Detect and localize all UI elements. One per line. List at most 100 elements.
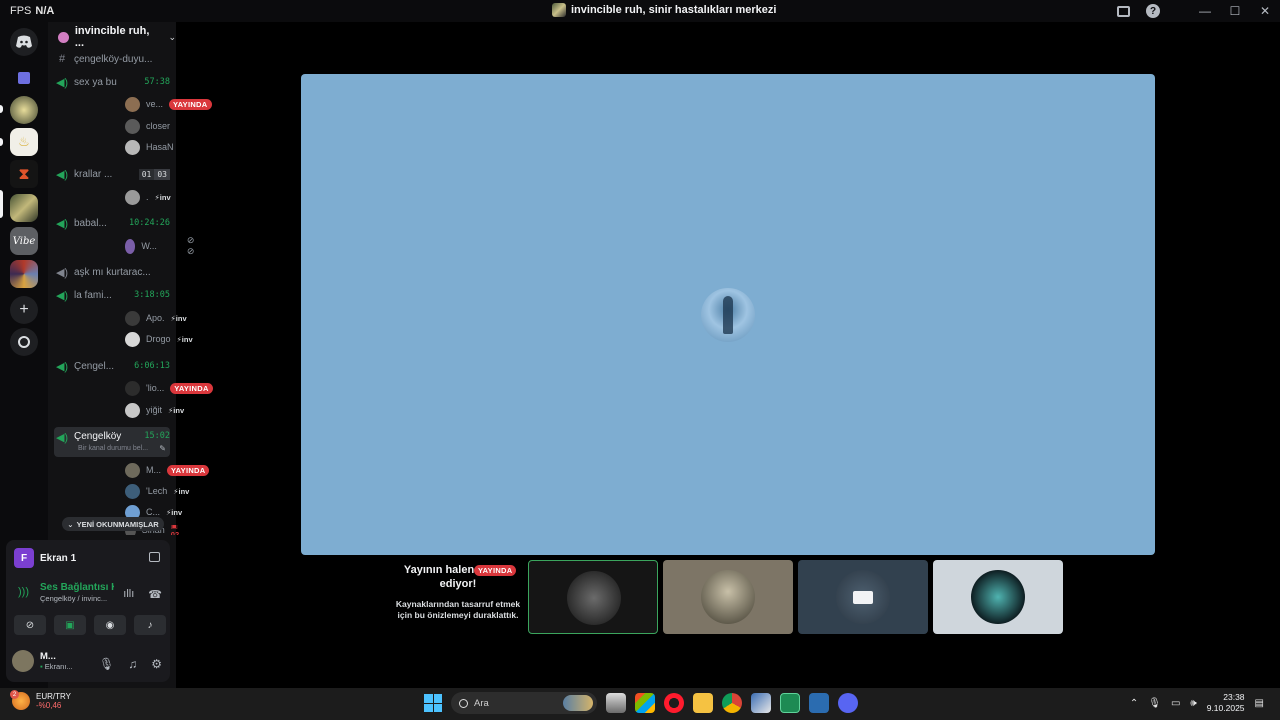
participant-tile[interactable] [933, 560, 1063, 634]
voice-user[interactable]: yiğit ⚡inv [125, 401, 184, 419]
discover-button[interactable] [10, 328, 38, 356]
voice-channel[interactable]: ◀) krallar ... 01 03 [54, 164, 170, 184]
opera-icon[interactable] [664, 693, 684, 713]
voice-channel-active[interactable]: ◀) Çengelköy 15:02 Bir kanal durumu bel... ✎ [54, 427, 170, 457]
stream-view[interactable] [301, 74, 1155, 555]
voice-user[interactable]: Drogo ⚡inv [125, 330, 193, 348]
avatar [12, 650, 34, 672]
windows-start-icon[interactable] [424, 694, 442, 712]
notifications-icon[interactable]: ▤ [1255, 698, 1264, 709]
participant-avatar [971, 570, 1025, 624]
soundboard-button[interactable]: ♪ [134, 615, 166, 635]
network-icon[interactable]: ▭ [1171, 698, 1180, 709]
user-name: Drogo [146, 334, 171, 344]
voice-user[interactable]: . ⚡inv [125, 188, 171, 206]
help-button[interactable]: ? [1138, 0, 1168, 22]
inv-tag: ⚡inv [168, 405, 185, 415]
active-app-icon[interactable] [780, 693, 800, 713]
voice-user[interactable]: Apo. ⚡inv [125, 309, 187, 327]
minimize-button[interactable]: — [1190, 0, 1220, 22]
gamepad-icon: ◉ [105, 619, 115, 631]
server-icon-invincible[interactable] [10, 194, 38, 222]
participant-tile[interactable] [663, 560, 793, 634]
participant-tile-selected[interactable] [528, 560, 658, 634]
direct-messages-button[interactable] [10, 64, 38, 92]
chrome-icon[interactable] [722, 693, 742, 713]
add-server-button[interactable]: + [10, 296, 38, 324]
microphone-icon[interactable]: 🎙︎ [1148, 698, 1161, 709]
channel-timer: 15:02 [144, 431, 170, 441]
voice-status[interactable]: Ses Bağlantısı K [40, 582, 114, 593]
windows-taskbar: 2 EUR/TRY -%0,46 Ara ⌃ 🎙︎ ▭ 🕪︎ 23:38 9.1… [0, 688, 1280, 720]
currency-widget[interactable]: 2 EUR/TRY -%0,46 [10, 690, 71, 710]
tag-text: inv [159, 192, 171, 202]
badge-tag: ▣ 02 [171, 525, 184, 535]
steam-icon[interactable] [751, 693, 771, 713]
settings-gear-icon[interactable]: ⚙ [151, 657, 162, 671]
voice-user[interactable]: W... ⊘ ⊘ [125, 235, 199, 256]
camera-toggle-button[interactable]: ⊘ [14, 615, 46, 635]
user-name: M... [146, 465, 161, 475]
voice-channel[interactable]: ◀) Çengel... 6:06:13 [54, 356, 170, 376]
share-screen-button[interactable]: ▣ [54, 615, 86, 635]
stop-stream-icon[interactable] [149, 552, 160, 562]
voice-user[interactable]: HasaN [125, 138, 174, 156]
task-view-icon[interactable] [606, 693, 626, 713]
maximize-button[interactable]: ☐ [1220, 0, 1250, 22]
hourglass-logo-icon: ⧗ [18, 165, 30, 183]
screen-share-icon: F [14, 548, 34, 568]
voice-channel[interactable]: ◀) la fami... 3:18:05 [54, 285, 170, 305]
activity-button[interactable]: ◉ [94, 615, 126, 635]
server-header[interactable]: invincible ruh, ... ⌄ [48, 22, 176, 52]
volume-icon[interactable]: 🕪︎ [1190, 698, 1196, 709]
avatar [125, 380, 140, 396]
discord-home-button[interactable] [10, 28, 38, 56]
voice-user[interactable]: M... YAYINDA [125, 461, 210, 479]
avatar [125, 189, 140, 205]
user-name: C... [146, 507, 161, 517]
store-icon[interactable] [635, 693, 655, 713]
server-icon-3[interactable]: ⧗ [10, 160, 38, 188]
voice-user[interactable]: ve... YAYINDA [125, 95, 212, 113]
microphone-icon[interactable]: 🎙︎ [99, 657, 114, 671]
voice-channel[interactable]: ◀) babal... 10:24:26 [54, 213, 170, 233]
window-title-text: invincible ruh, sinir hastalıkları merke… [571, 4, 777, 16]
server-icon-1[interactable] [10, 96, 38, 124]
channel-status: Bir kanal durumu bel... [78, 445, 149, 452]
file-explorer-icon[interactable] [693, 693, 713, 713]
inbox-button[interactable] [1108, 0, 1138, 22]
video-camera-icon [853, 591, 873, 604]
channel-name: Çengelköy [74, 431, 122, 442]
live-badge: YAYINDA [170, 382, 213, 394]
headphones-icon[interactable]: ♫ [128, 657, 137, 671]
soundboard-icon: ♪ [147, 619, 153, 631]
server-icon-vibe[interactable]: Vibe [10, 227, 38, 255]
voice-channel[interactable]: ◀) sex ya bu 57:38 [54, 72, 170, 92]
voice-channel[interactable]: ◀) aşk mı kurtarac... [54, 262, 170, 282]
paused-description: Kaynaklarından tasarruf etmek için bu ön… [395, 599, 521, 620]
close-button[interactable]: ✕ [1250, 0, 1280, 22]
participant-tile[interactable] [798, 560, 928, 634]
disconnect-icon[interactable]: ☎ [148, 588, 162, 601]
channel-text[interactable]: # çengelköy-duyu... [54, 49, 170, 69]
vscode-icon[interactable] [809, 693, 829, 713]
pencil-icon[interactable]: ✎ [159, 444, 166, 453]
server-name: invincible ruh, ... [74, 25, 150, 49]
voice-user[interactable]: closer [125, 117, 170, 135]
taskbar-search[interactable]: Ara [451, 692, 597, 714]
avatar [125, 139, 140, 155]
noise-suppression-icon[interactable]: ıllı [123, 588, 134, 601]
notification-badge: 2 [10, 690, 19, 699]
voice-user[interactable]: 'Lech ⚡inv [125, 482, 189, 500]
chart-icon: 2 [10, 690, 30, 710]
new-unread-button[interactable]: ⌄ YENİ OKUNMAMIŞLAR [62, 517, 164, 531]
unread-pill [0, 105, 3, 113]
server-icon-2[interactable]: ♨ [10, 128, 38, 156]
discord-taskbar-icon[interactable] [838, 693, 858, 713]
server-folder[interactable] [10, 260, 38, 288]
chevron-up-icon[interactable]: ⌃ [1130, 698, 1138, 709]
voice-user[interactable]: 'lio... YAYINDA [125, 379, 213, 397]
clock[interactable]: 23:38 9.10.2025 [1207, 692, 1245, 714]
current-user[interactable]: M... ▪ Ekranı... [12, 650, 73, 672]
tag-text: 02 [170, 530, 180, 535]
